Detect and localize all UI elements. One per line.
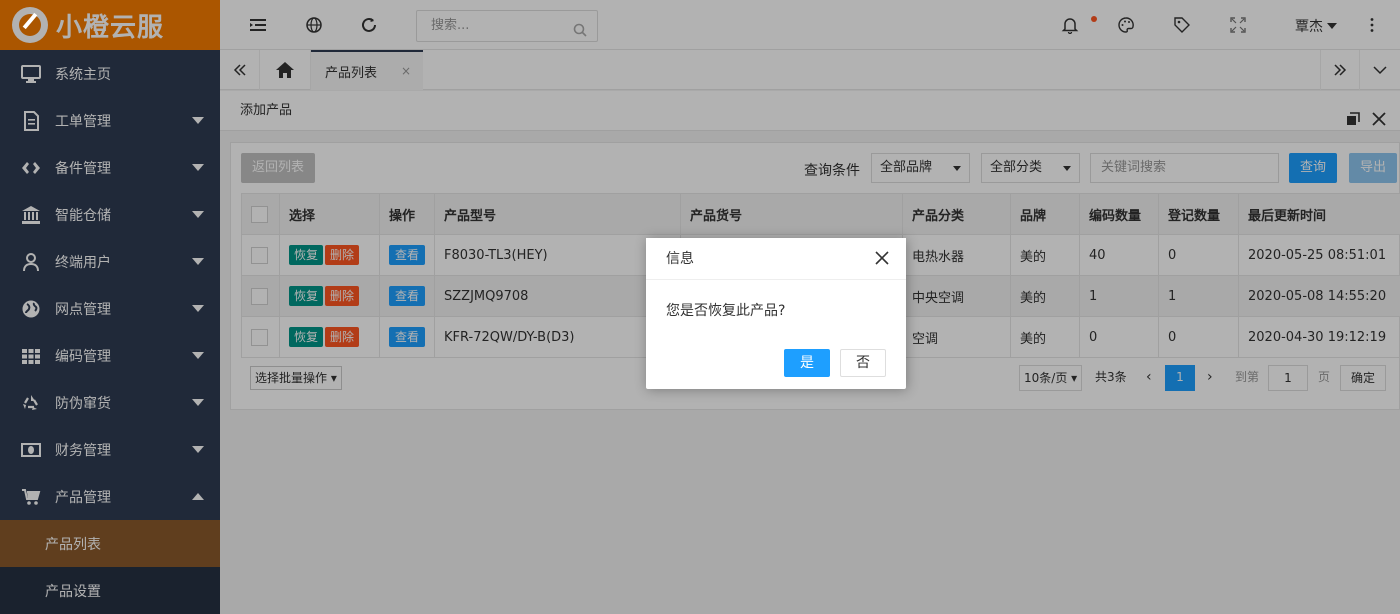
close-icon[interactable]	[874, 250, 890, 270]
dialog-title: 信息	[646, 238, 906, 280]
confirm-dialog: 信息 您是否恢复此产品? 是 否	[646, 238, 906, 389]
dialog-message: 您是否恢复此产品?	[666, 303, 786, 319]
no-button[interactable]: 否	[840, 349, 886, 377]
yes-button[interactable]: 是	[784, 349, 830, 377]
